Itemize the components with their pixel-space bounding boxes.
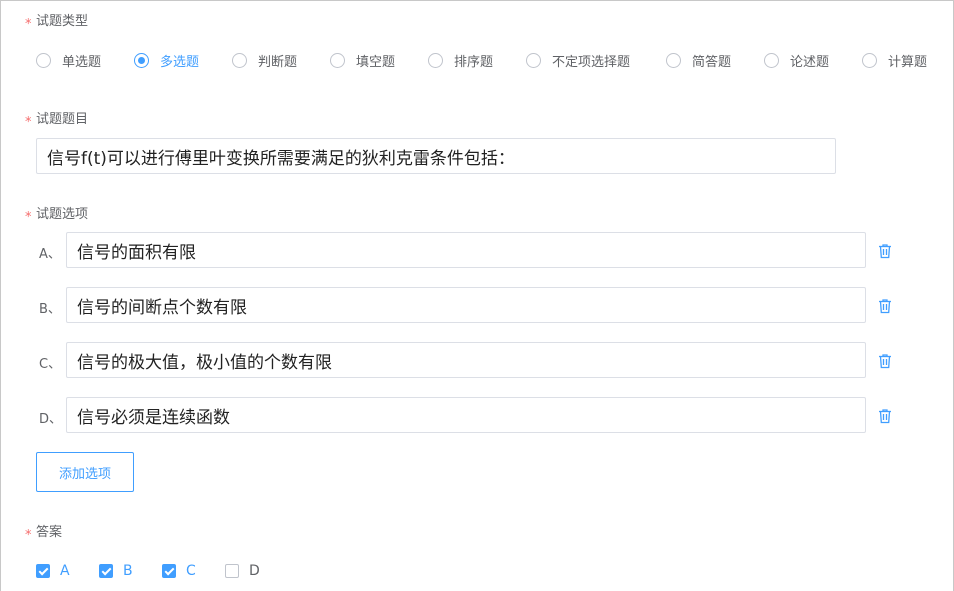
radio-label: 判断题 bbox=[258, 54, 298, 70]
radio-indefinite-choice[interactable]: 不定项选择题 bbox=[526, 51, 631, 70]
radio-circle[interactable] bbox=[232, 52, 247, 68]
answer-checkbox-b[interactable]: B bbox=[99, 562, 133, 579]
radio-label: 排序题 bbox=[454, 54, 494, 70]
radio-circle[interactable] bbox=[36, 52, 51, 68]
question-type-label: 试题类型 bbox=[36, 14, 89, 29]
checkbox-box[interactable] bbox=[162, 563, 176, 578]
answer-checkbox-a[interactable]: A bbox=[36, 562, 70, 579]
checkbox-label: C bbox=[186, 562, 196, 579]
radio-circle[interactable] bbox=[134, 52, 149, 68]
radio-circle[interactable] bbox=[428, 52, 443, 68]
trash-icon[interactable] bbox=[877, 353, 893, 369]
trash-icon[interactable] bbox=[877, 243, 893, 259]
checkbox-label: A bbox=[60, 562, 70, 579]
option-d-value: 信号必须是连续函数 bbox=[77, 407, 230, 428]
form-frame: * 试题类型 单选题 多选题 判断题 填空题 排序题 不定项选择题 简答题 论述… bbox=[0, 0, 954, 591]
option-letter-d: D、 bbox=[39, 412, 63, 427]
radio-fill-blank[interactable]: 填空题 bbox=[330, 51, 396, 70]
radio-label: 不定项选择题 bbox=[552, 54, 631, 70]
radio-short-answer[interactable]: 简答题 bbox=[666, 51, 732, 70]
answer-checkbox-d[interactable]: D bbox=[225, 562, 260, 579]
question-options-label: 试题选项 bbox=[36, 207, 89, 222]
radio-label: 论述题 bbox=[790, 54, 830, 70]
required-mark: * bbox=[25, 17, 32, 32]
radio-multiple-choice[interactable]: 多选题 bbox=[134, 51, 200, 70]
radio-label: 简答题 bbox=[692, 54, 732, 70]
radio-label: 多选题 bbox=[160, 54, 200, 70]
radio-label: 计算题 bbox=[888, 54, 928, 70]
radio-circle[interactable] bbox=[526, 52, 541, 68]
required-mark: * bbox=[25, 115, 32, 130]
option-b-input[interactable]: 信号的间断点个数有限 bbox=[66, 287, 866, 323]
radio-circle[interactable] bbox=[862, 52, 877, 68]
required-mark: * bbox=[25, 210, 32, 225]
trash-icon[interactable] bbox=[877, 298, 893, 314]
answer-label: 答案 bbox=[36, 525, 63, 540]
radio-circle[interactable] bbox=[764, 52, 779, 68]
option-a-value: 信号的面积有限 bbox=[77, 242, 196, 263]
option-b-value: 信号的间断点个数有限 bbox=[77, 297, 247, 318]
option-letter-b: B、 bbox=[39, 302, 61, 317]
option-c-input[interactable]: 信号的极大值，极小值的个数有限 bbox=[66, 342, 866, 378]
radio-essay[interactable]: 论述题 bbox=[764, 51, 830, 70]
trash-icon[interactable] bbox=[877, 408, 893, 424]
radio-single-choice[interactable]: 单选题 bbox=[36, 51, 102, 70]
required-mark: * bbox=[25, 528, 32, 543]
question-title-input[interactable]: 信号f(t)可以进行傅里叶变换所需要满足的狄利克雷条件包括： bbox=[36, 138, 836, 174]
option-d-input[interactable]: 信号必须是连续函数 bbox=[66, 397, 866, 433]
option-letter-c: C、 bbox=[39, 357, 62, 372]
radio-calculation[interactable]: 计算题 bbox=[862, 51, 928, 70]
radio-label: 填空题 bbox=[356, 54, 396, 70]
radio-circle[interactable] bbox=[666, 52, 681, 68]
checkbox-box[interactable] bbox=[99, 563, 113, 578]
checkbox-label: B bbox=[123, 562, 133, 579]
radio-true-false[interactable]: 判断题 bbox=[232, 51, 298, 70]
question-title-label: 试题题目 bbox=[36, 112, 89, 127]
question-title-value: 信号f(t)可以进行傅里叶变换所需要满足的狄利克雷条件包括： bbox=[47, 148, 515, 169]
option-letter-a: A、 bbox=[39, 247, 61, 262]
checkbox-box[interactable] bbox=[36, 563, 50, 578]
option-a-input[interactable]: 信号的面积有限 bbox=[66, 232, 866, 268]
question-type-radio-group: 单选题 多选题 判断题 填空题 排序题 不定项选择题 简答题 论述题 计算题 bbox=[1, 51, 954, 70]
add-option-button[interactable]: 添加选项 bbox=[36, 452, 134, 492]
option-c-value: 信号的极大值，极小值的个数有限 bbox=[77, 352, 332, 373]
radio-ordering[interactable]: 排序题 bbox=[428, 51, 494, 70]
checkbox-box[interactable] bbox=[225, 563, 239, 578]
answer-checkbox-c[interactable]: C bbox=[162, 562, 196, 579]
radio-label: 单选题 bbox=[62, 54, 102, 70]
radio-circle[interactable] bbox=[330, 52, 345, 68]
checkbox-label: D bbox=[249, 562, 260, 579]
